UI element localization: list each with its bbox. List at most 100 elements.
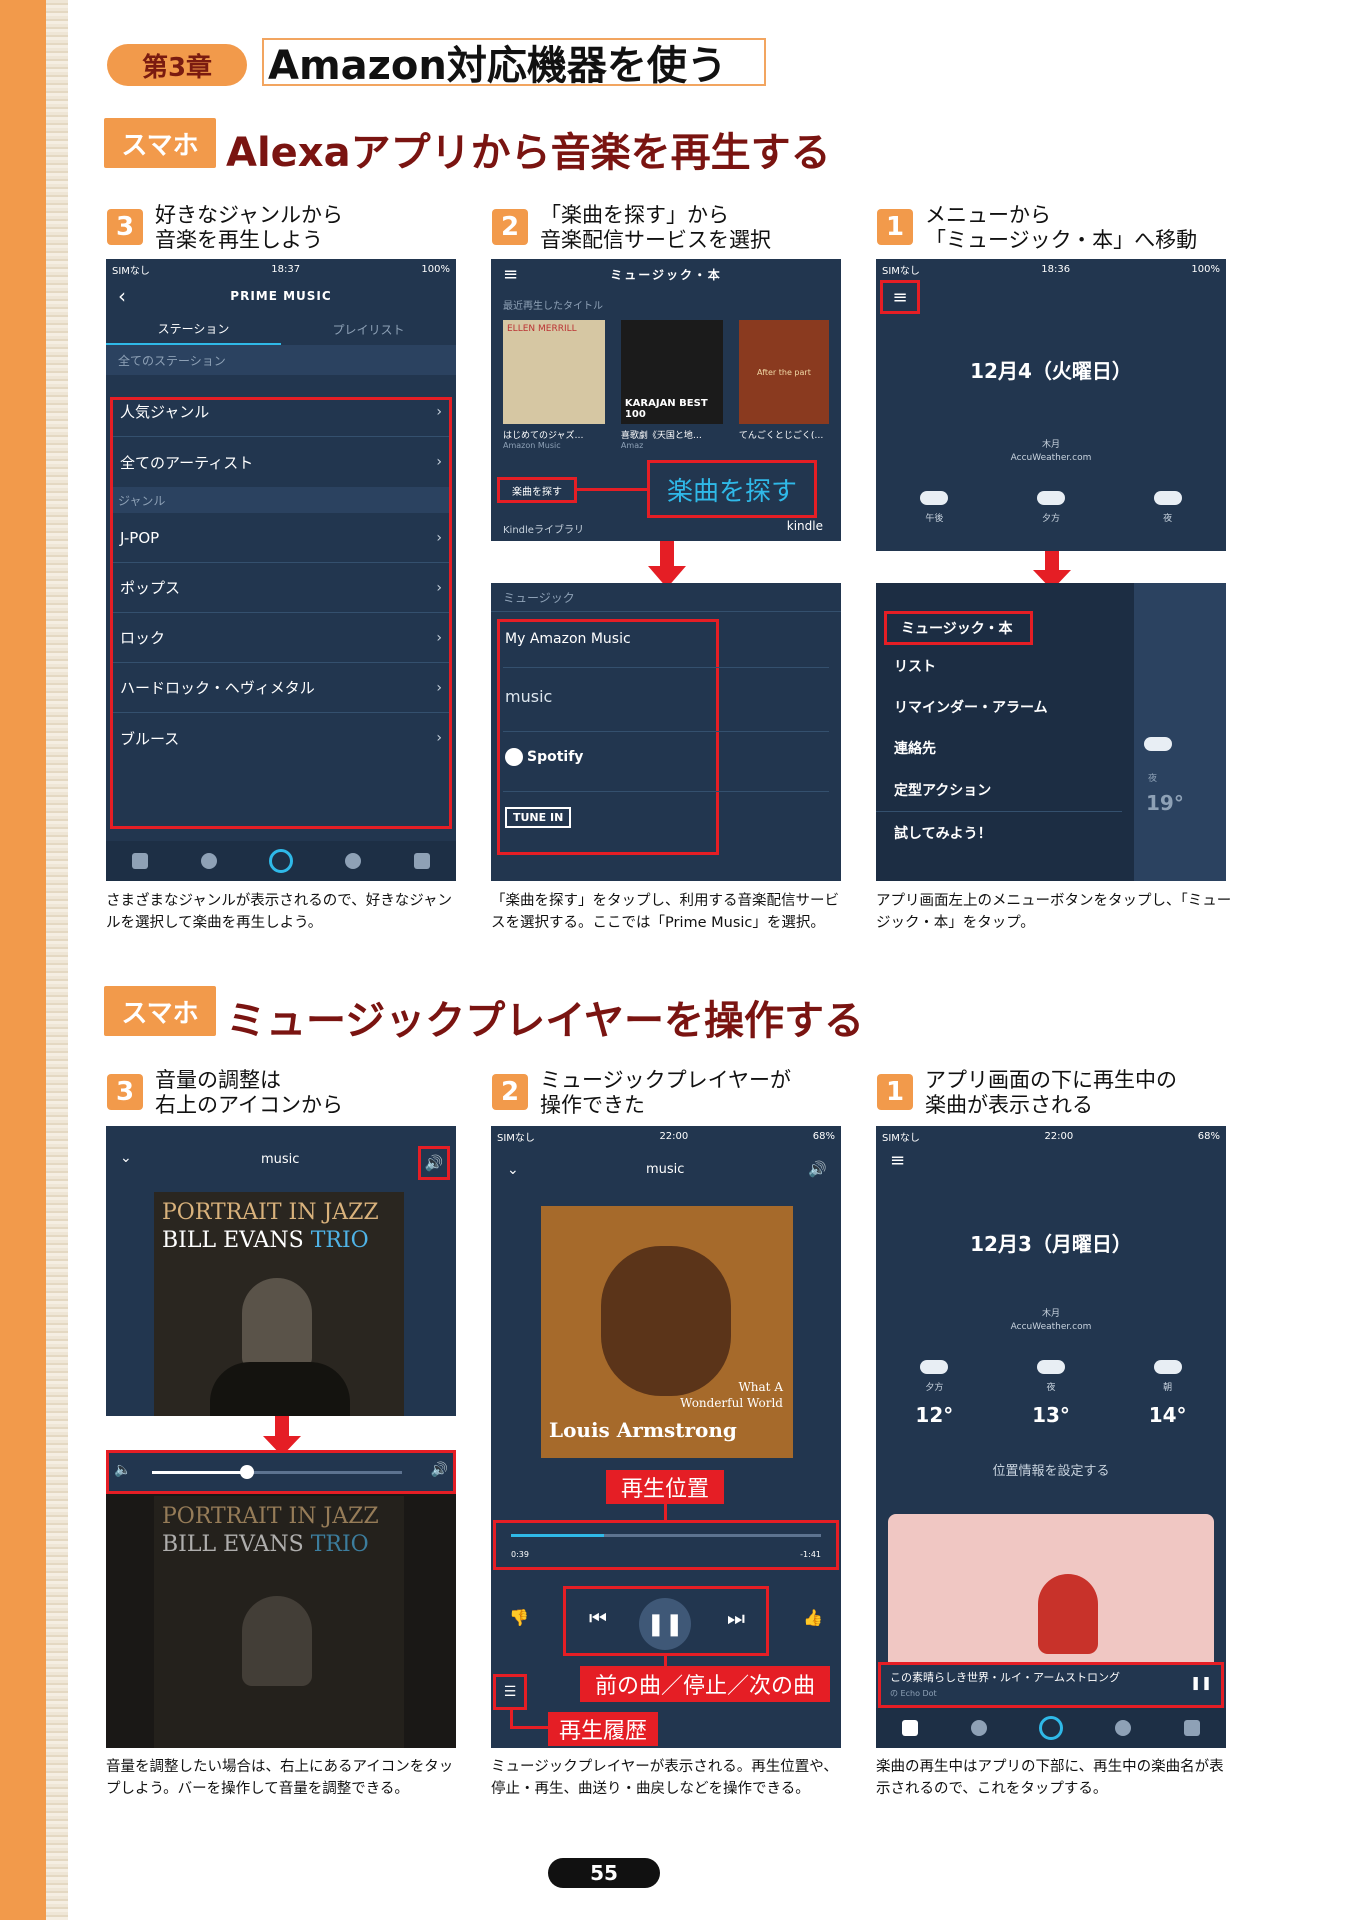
album-art: ELLEN MERRILL (503, 320, 605, 424)
s2-step3-line2: 右上のアイコンから (155, 1093, 343, 1117)
speaker-icon[interactable]: 🔊 (808, 1160, 827, 1178)
menu-button-highlight[interactable]: ≡ (880, 280, 920, 314)
album-card[interactable]: ELLEN MERRILL はじめてのジャズ… Amazon Music (503, 320, 605, 450)
service-amazon-music[interactable]: music (505, 687, 552, 706)
s2-step3-number: 3 (107, 1074, 143, 1110)
devices-icon[interactable] (1183, 1720, 1200, 1736)
label-controls: 前の曲／停止／次の曲 (580, 1666, 830, 1702)
history-button[interactable]: ☰ (493, 1674, 527, 1710)
chevron-down-icon[interactable]: ⌄ (120, 1150, 132, 1166)
alexa-icon[interactable] (268, 849, 293, 873)
s1-step3-screenshot: SIMなし 18:37 100% ‹ PRIME MUSIC ステーション プレ… (106, 259, 456, 881)
mute-icon[interactable]: 🔈 (114, 1462, 131, 1478)
album-art: After the part (738, 320, 829, 424)
carrier: SIMなし (497, 1132, 535, 1144)
service-label: Spotify (527, 749, 584, 765)
album-artist: BILL EVANS (162, 1532, 304, 1557)
album-trio: TRIO (310, 1228, 369, 1253)
back-icon[interactable]: ‹ (118, 284, 126, 308)
amazon-music-logo: music (261, 1152, 300, 1167)
thumbs-up-icon[interactable]: 👍 (803, 1608, 823, 1627)
menu-icon[interactable]: ≡ (890, 1150, 905, 1171)
forecast-slot: 午後 (920, 491, 949, 524)
album-trio: TRIO (310, 1532, 369, 1557)
label-position: 再生位置 (606, 1470, 724, 1504)
s1-step3-heading: 好きなジャンルから 音楽を再生しよう (155, 203, 455, 253)
menu-icon[interactable]: ≡ (503, 264, 518, 285)
chat-icon[interactable] (200, 853, 217, 869)
album-card[interactable]: KARAJAN BEST 100 喜歌劇《天国と地… Amaz (620, 320, 723, 450)
next-track-icon[interactable]: ⏭ (727, 1606, 745, 1630)
carrier: SIMなし (882, 1132, 920, 1144)
s2-step2-heading: ミュージックプレイヤーが 操作できた (540, 1068, 840, 1118)
volume-slider-thumb[interactable] (240, 1465, 254, 1479)
pause-button[interactable]: ❚❚ (639, 1598, 691, 1650)
screen-title: ミュージック・本 (610, 267, 722, 282)
down-arrow-shaft (660, 541, 674, 569)
kindle-library-label: Kindleライブラリ (503, 525, 584, 536)
date: 12月3（月曜日） (970, 1232, 1132, 1256)
devices-icon[interactable] (413, 853, 430, 869)
s2-step2-screenshot: SIMなし 22:00 68% ⌄ music 🔊 What A Wonderf… (491, 1126, 841, 1748)
play-icon[interactable] (1115, 1720, 1132, 1736)
thumbs-down-icon[interactable]: 👎 (509, 1608, 529, 1627)
service-my-amazon-music[interactable]: My Amazon Music (505, 631, 631, 647)
slot-label: 夕方 (1041, 514, 1060, 524)
forecast-slot: 朝 14° (1149, 1360, 1187, 1427)
pause-icon[interactable]: ❚❚ (1190, 1676, 1212, 1691)
weather-forecast: 夕方 12° 夜 13° 朝 14° (876, 1360, 1226, 1427)
chapter-label: 第3章 (107, 44, 247, 86)
page-number: 55 (548, 1858, 660, 1888)
tab-stations[interactable]: ステーション (106, 313, 281, 345)
home-icon[interactable] (132, 853, 149, 869)
chat-icon[interactable] (970, 1720, 987, 1736)
album-card[interactable]: After the part てんごくとじごく(… (738, 320, 829, 450)
kindle-logo: kindle (786, 519, 823, 533)
remaining-time: -1:41 (800, 1550, 821, 1559)
alexa-icon[interactable] (1038, 1716, 1063, 1740)
album-artist: BILL EVANS (162, 1228, 304, 1253)
s1-step1-screenshot-top: SIMなし 18:36 100% ≡ 12月4（火曜日） 木月 AccuWeat… (876, 259, 1226, 551)
album-line1: PORTRAIT IN JAZZ (162, 1504, 379, 1529)
cloud-icon (1153, 1360, 1182, 1374)
volume-button[interactable]: 🔊 (418, 1146, 450, 1180)
section2-title: ミュージックプレイヤーを操作する (226, 998, 864, 1044)
service-tunein[interactable]: TUNE IN (505, 807, 572, 828)
date: 12月4（火曜日） (970, 359, 1132, 383)
amazon-music-logo: music (646, 1162, 685, 1177)
weather-provider: AccuWeather.com (1010, 1322, 1092, 1332)
menu-label: ミュージック・本 (884, 611, 1034, 645)
s1-step3-caption: さまざまなジャンルが表示されるので、好きなジャンルを選択して楽曲を再生しよう。 (106, 893, 452, 931)
battery: 100% (421, 263, 450, 275)
s1-step1-caption: アプリ画面左上のメニューボタンをタップし、「ミュージック・本」をタップ。 (876, 893, 1232, 931)
page-spine (0, 0, 46, 1920)
history-icon: ☰ (503, 1684, 517, 1700)
s1-step1-number: 1 (877, 209, 913, 245)
recent-titles-label: 最近再生したタイトル (503, 301, 603, 312)
service-spotify[interactable]: Spotify (505, 748, 583, 766)
forecast-slot: 夕方 (1036, 491, 1065, 524)
s2-step1-screenshot: SIMなし 22:00 68% ≡ 12月3（月曜日） 木月 AccuWeath… (876, 1126, 1226, 1748)
play-icon[interactable] (345, 853, 362, 869)
set-location-link[interactable]: 位置情報を設定する (876, 1460, 1226, 1479)
tab-playlists[interactable]: プレイリスト (281, 313, 456, 345)
carrier: SIMなし (882, 265, 920, 277)
home-icon[interactable] (902, 1720, 919, 1736)
volume-max-icon[interactable]: 🔊 (431, 1462, 448, 1478)
album-line1: PORTRAIT IN JAZZ (162, 1200, 379, 1225)
carrier: SIMなし (112, 265, 150, 277)
status-bar: SIMなし 22:00 68% (876, 1126, 1226, 1146)
battery: 68% (812, 1130, 835, 1142)
section1-title: Alexaアプリから音楽を再生する (226, 130, 831, 176)
clock: 22:00 (1044, 1130, 1074, 1142)
album-cover: What A Wonderful World Louis Armstrong (541, 1206, 793, 1458)
slot-label: 朝 (1163, 1383, 1173, 1393)
forecast-slot: 夜 (1153, 491, 1182, 524)
cloud-icon (1153, 491, 1182, 505)
menu-item-routines[interactable]: 定型アクション (876, 769, 1122, 812)
chevron-down-icon[interactable]: ⌄ (507, 1162, 519, 1178)
previous-track-icon[interactable]: ⏮ (589, 1606, 607, 1630)
find-music-button[interactable]: 楽曲を探す (497, 477, 577, 503)
album-line2: BILL EVANS TRIO (162, 1228, 369, 1253)
slot-label: 夕方 (925, 1383, 944, 1393)
